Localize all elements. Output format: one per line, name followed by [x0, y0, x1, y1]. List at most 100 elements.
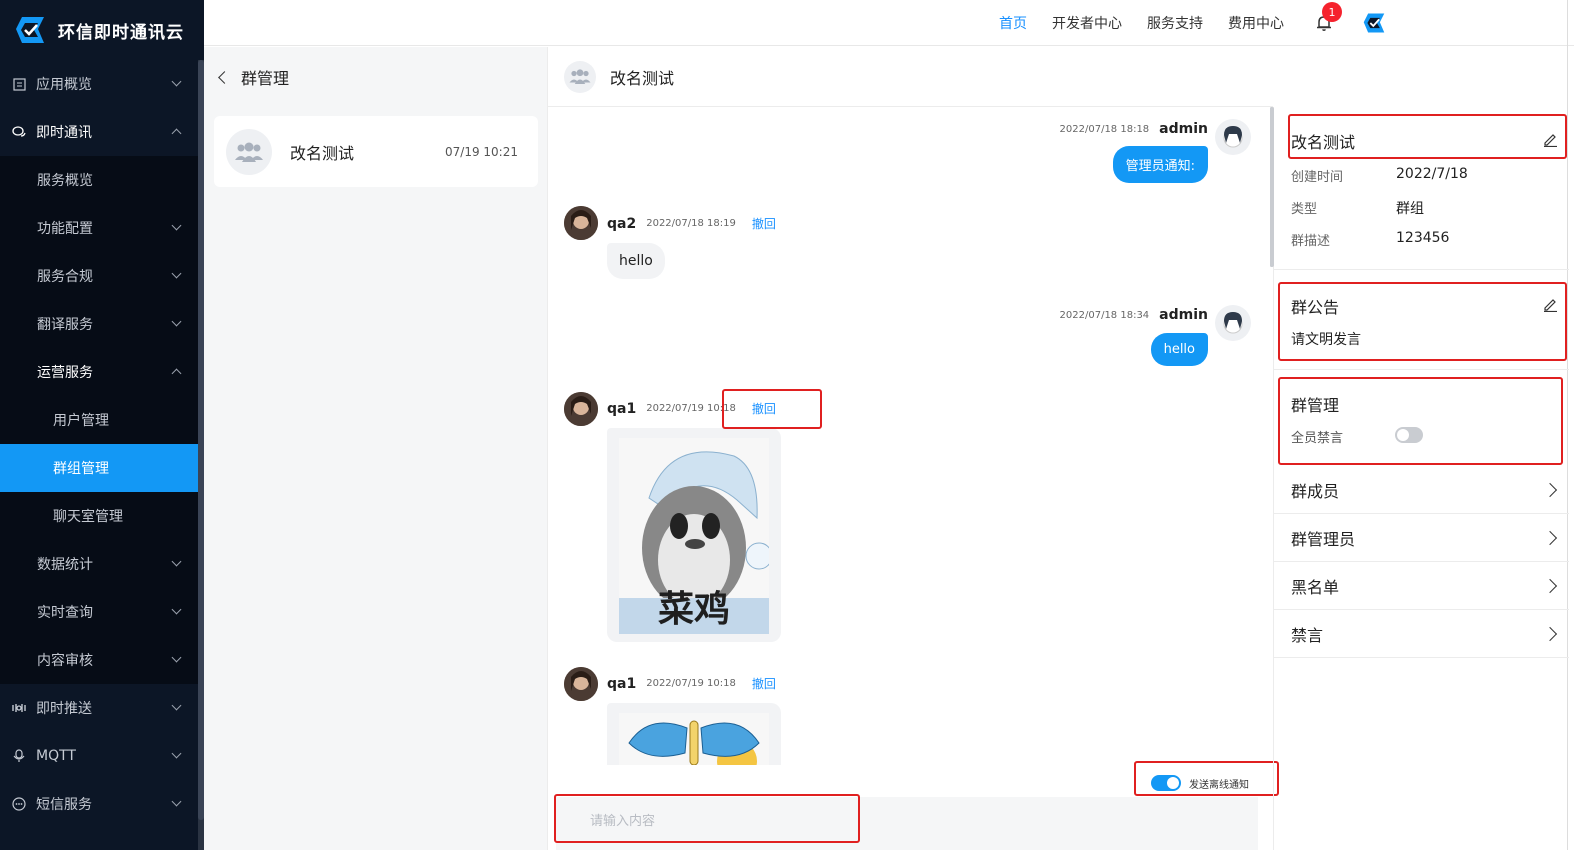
chevron-down-icon: [171, 604, 182, 615]
sidebar-item-label: 应用概览: [36, 77, 92, 93]
logo[interactable]: 环信即时通讯云: [0, 0, 204, 60]
message-meta: qa1 2022/07/19 10:18 撤回: [607, 675, 776, 692]
back-arrow-icon[interactable]: [218, 70, 231, 84]
message-sender: qa1: [607, 400, 637, 417]
message-sender: admin: [1159, 121, 1208, 137]
chevron-down-icon: [171, 652, 182, 663]
sidebar-item-chatroom-management[interactable]: 聊天室管理: [0, 492, 204, 540]
butterfly-sticker-image: [619, 713, 769, 765]
app-title: 环信即时通讯云: [58, 22, 184, 43]
penguin-sticker-image: 菜鸡: [619, 438, 773, 634]
sidebar-item-moderation[interactable]: 内容审核: [0, 636, 204, 684]
submenu-im: 服务概览 功能配置 服务合规 翻译服务 运营服务 用户管理 群组管理 聊天室管理…: [0, 156, 204, 684]
message-sender: qa2: [607, 215, 637, 232]
members-label: 群成员: [1291, 481, 1340, 501]
nav-home[interactable]: 首页: [999, 13, 1027, 33]
group-list-item[interactable]: 改名测试 07/19 10:21: [214, 116, 538, 187]
type-row: 类型 群组: [1291, 198, 1424, 218]
group-name: 改名测试: [290, 143, 355, 163]
message-sender: qa1: [607, 675, 637, 692]
divider: [1274, 269, 1569, 270]
user-avatar-logo-icon[interactable]: [1362, 12, 1386, 34]
user-avatar[interactable]: [564, 392, 598, 426]
chevron-down-icon: [171, 748, 182, 759]
chevron-down-icon: [171, 268, 182, 279]
sidebar-item-sms[interactable]: 短信服务: [0, 780, 204, 828]
chevron-right-icon: [1542, 530, 1558, 546]
members-row[interactable]: 群成员: [1274, 466, 1569, 514]
admins-row[interactable]: 群管理员: [1274, 514, 1569, 562]
sidebar-item-push[interactable]: 即时推送: [0, 684, 204, 732]
highlight-recall-box: [722, 389, 822, 429]
chat-bubbles-icon: [12, 125, 26, 139]
sidebar-item-overview[interactable]: 应用概览: [0, 60, 204, 108]
sidebar-item-statistics[interactable]: 数据统计: [0, 540, 204, 588]
info-scrollbar[interactable]: [1270, 107, 1274, 267]
description-row: 群描述 123456: [1291, 230, 1449, 249]
chat-panel: 改名测试 2022/07/18 18:18 admin 管理员通知: qa2 2…: [548, 47, 1279, 850]
image-message[interactable]: [607, 703, 781, 765]
highlight-manage-box: [1278, 377, 1563, 465]
admin-avatar[interactable]: [1215, 305, 1251, 341]
type-label: 类型: [1291, 202, 1318, 217]
sidebar-item-label: 数据统计: [37, 557, 93, 573]
group-list-panel: 群管理 改名测试 07/19 10:21: [204, 47, 548, 850]
push-icon: [12, 701, 26, 715]
recall-link[interactable]: 撤回: [752, 215, 776, 232]
sidebar-item-feature-config[interactable]: 功能配置: [0, 204, 204, 252]
sidebar-item-user-management[interactable]: 用户管理: [0, 396, 204, 444]
message-time: 2022/07/18 18:18: [1059, 123, 1150, 135]
user-avatar[interactable]: [564, 667, 598, 701]
sidebar-item-service-overview[interactable]: 服务概览: [0, 156, 204, 204]
blacklist-row[interactable]: 黑名单: [1274, 562, 1569, 610]
message-time: 2022/07/18 18:19: [646, 218, 736, 229]
group-list-title: 群管理: [241, 69, 290, 88]
sidebar-item-im[interactable]: 即时通讯: [0, 108, 204, 156]
nav-developer-center[interactable]: 开发者中心: [1052, 13, 1122, 33]
sidebar-item-label: 短信服务: [36, 797, 92, 813]
user-avatar[interactable]: [564, 206, 598, 240]
message-sender: admin: [1159, 307, 1208, 323]
top-nav: 首页 开发者中心 服务支持 费用中心 1: [999, 0, 1574, 46]
sidebar-item-label: 运营服务: [37, 365, 93, 381]
message-time: 2022/07/18 18:34: [1059, 309, 1150, 321]
group-avatar-icon: [226, 128, 272, 175]
sidebar-item-realtime-query[interactable]: 实时查询: [0, 588, 204, 636]
chevron-right-icon: [1542, 482, 1558, 498]
message-time: 2022/07/19 10:18: [646, 678, 736, 689]
nav-billing[interactable]: 费用中心: [1228, 13, 1284, 33]
sidebar-item-label: 实时查询: [37, 605, 93, 621]
mute-list-row[interactable]: 禁言: [1274, 610, 1569, 658]
sidebar-item-group-management[interactable]: 群组管理: [0, 444, 198, 492]
top-bar: 首页 开发者中心 服务支持 费用中心 1: [204, 0, 1574, 46]
divider: [1274, 369, 1569, 370]
chevron-right-icon: [1542, 578, 1558, 594]
sidebar-item-translation[interactable]: 翻译服务: [0, 300, 204, 348]
admin-avatar[interactable]: [1215, 119, 1251, 155]
type-value: 群组: [1396, 201, 1424, 217]
recall-link[interactable]: 撤回: [752, 675, 776, 692]
blacklist-label: 黑名单: [1291, 577, 1340, 597]
mqtt-icon: [12, 749, 26, 763]
sidebar-item-label: MQTT: [36, 748, 76, 764]
sidebar-item-label: 群组管理: [53, 461, 109, 477]
submenu-operations: 用户管理 群组管理 聊天室管理: [0, 396, 204, 540]
sidebar-item-compliance[interactable]: 服务合规: [0, 252, 204, 300]
highlight-name-box: [1288, 114, 1567, 159]
overview-icon: [12, 77, 26, 91]
mute-list-label: 禁言: [1291, 625, 1324, 645]
nav-support[interactable]: 服务支持: [1147, 13, 1203, 33]
bell-icon[interactable]: 1: [1314, 2, 1342, 33]
message-meta: 2022/07/18 18:18 admin: [1060, 121, 1208, 137]
notification-badge: 1: [1322, 2, 1342, 22]
image-message[interactable]: 菜鸡: [607, 428, 781, 642]
sidebar-item-operations[interactable]: 运营服务: [0, 348, 204, 396]
chevron-down-icon: [171, 220, 182, 231]
chevron-down-icon: [171, 700, 182, 711]
sidebar-item-label: 功能配置: [37, 221, 93, 237]
sidebar-item-mqtt[interactable]: MQTT: [0, 732, 204, 780]
group-avatar-icon: [564, 60, 596, 93]
group-list-header: 群管理: [204, 47, 547, 107]
message-bubble: hello: [607, 243, 665, 279]
chevron-down-icon: [171, 316, 182, 327]
